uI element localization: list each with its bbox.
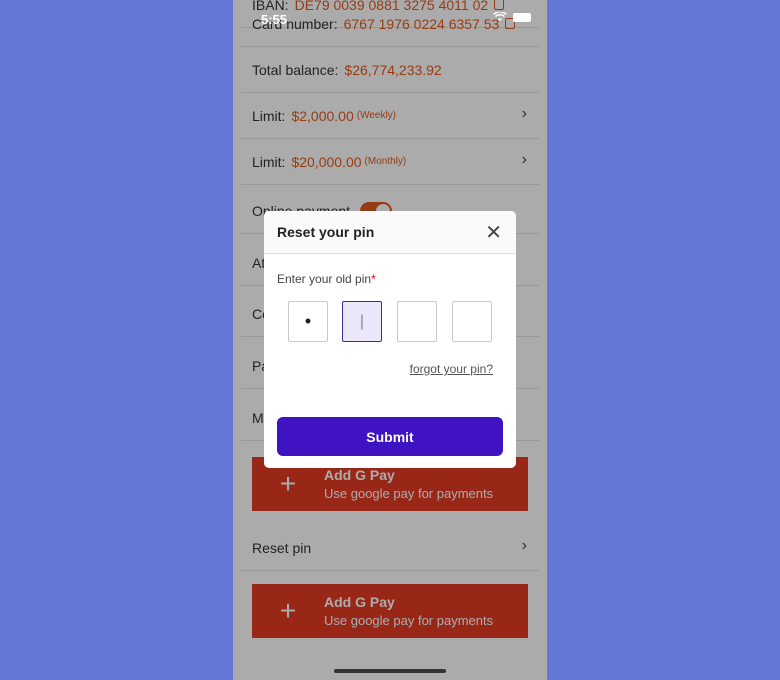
submit-button[interactable]: Submit	[277, 417, 503, 456]
battery-icon	[513, 12, 531, 22]
pin-digit-input-4[interactable]	[452, 301, 492, 342]
pin-field-label: Enter your old pin*	[277, 272, 376, 286]
status-icons	[493, 12, 531, 22]
pin-digit-input-1[interactable]: •	[288, 301, 328, 342]
dialog-header: Reset your pin ✕	[264, 211, 516, 254]
dialog-title: Reset your pin	[277, 224, 375, 240]
pin-digit-input-3[interactable]	[397, 301, 437, 342]
status-bar: 5:55	[233, 0, 547, 40]
reset-pin-dialog: Reset your pin ✕ Enter your old pin* • |…	[264, 211, 516, 468]
pin-label-text: Enter your old pin	[277, 272, 372, 286]
home-indicator[interactable]	[334, 669, 446, 673]
status-time: 5:55	[261, 12, 288, 27]
forgot-pin-link[interactable]: forgot your pin?	[410, 362, 493, 376]
wifi-icon	[493, 12, 507, 21]
required-mark: *	[371, 272, 376, 286]
close-icon[interactable]: ✕	[485, 223, 502, 243]
pin-digit-input-2[interactable]: |	[342, 301, 382, 342]
